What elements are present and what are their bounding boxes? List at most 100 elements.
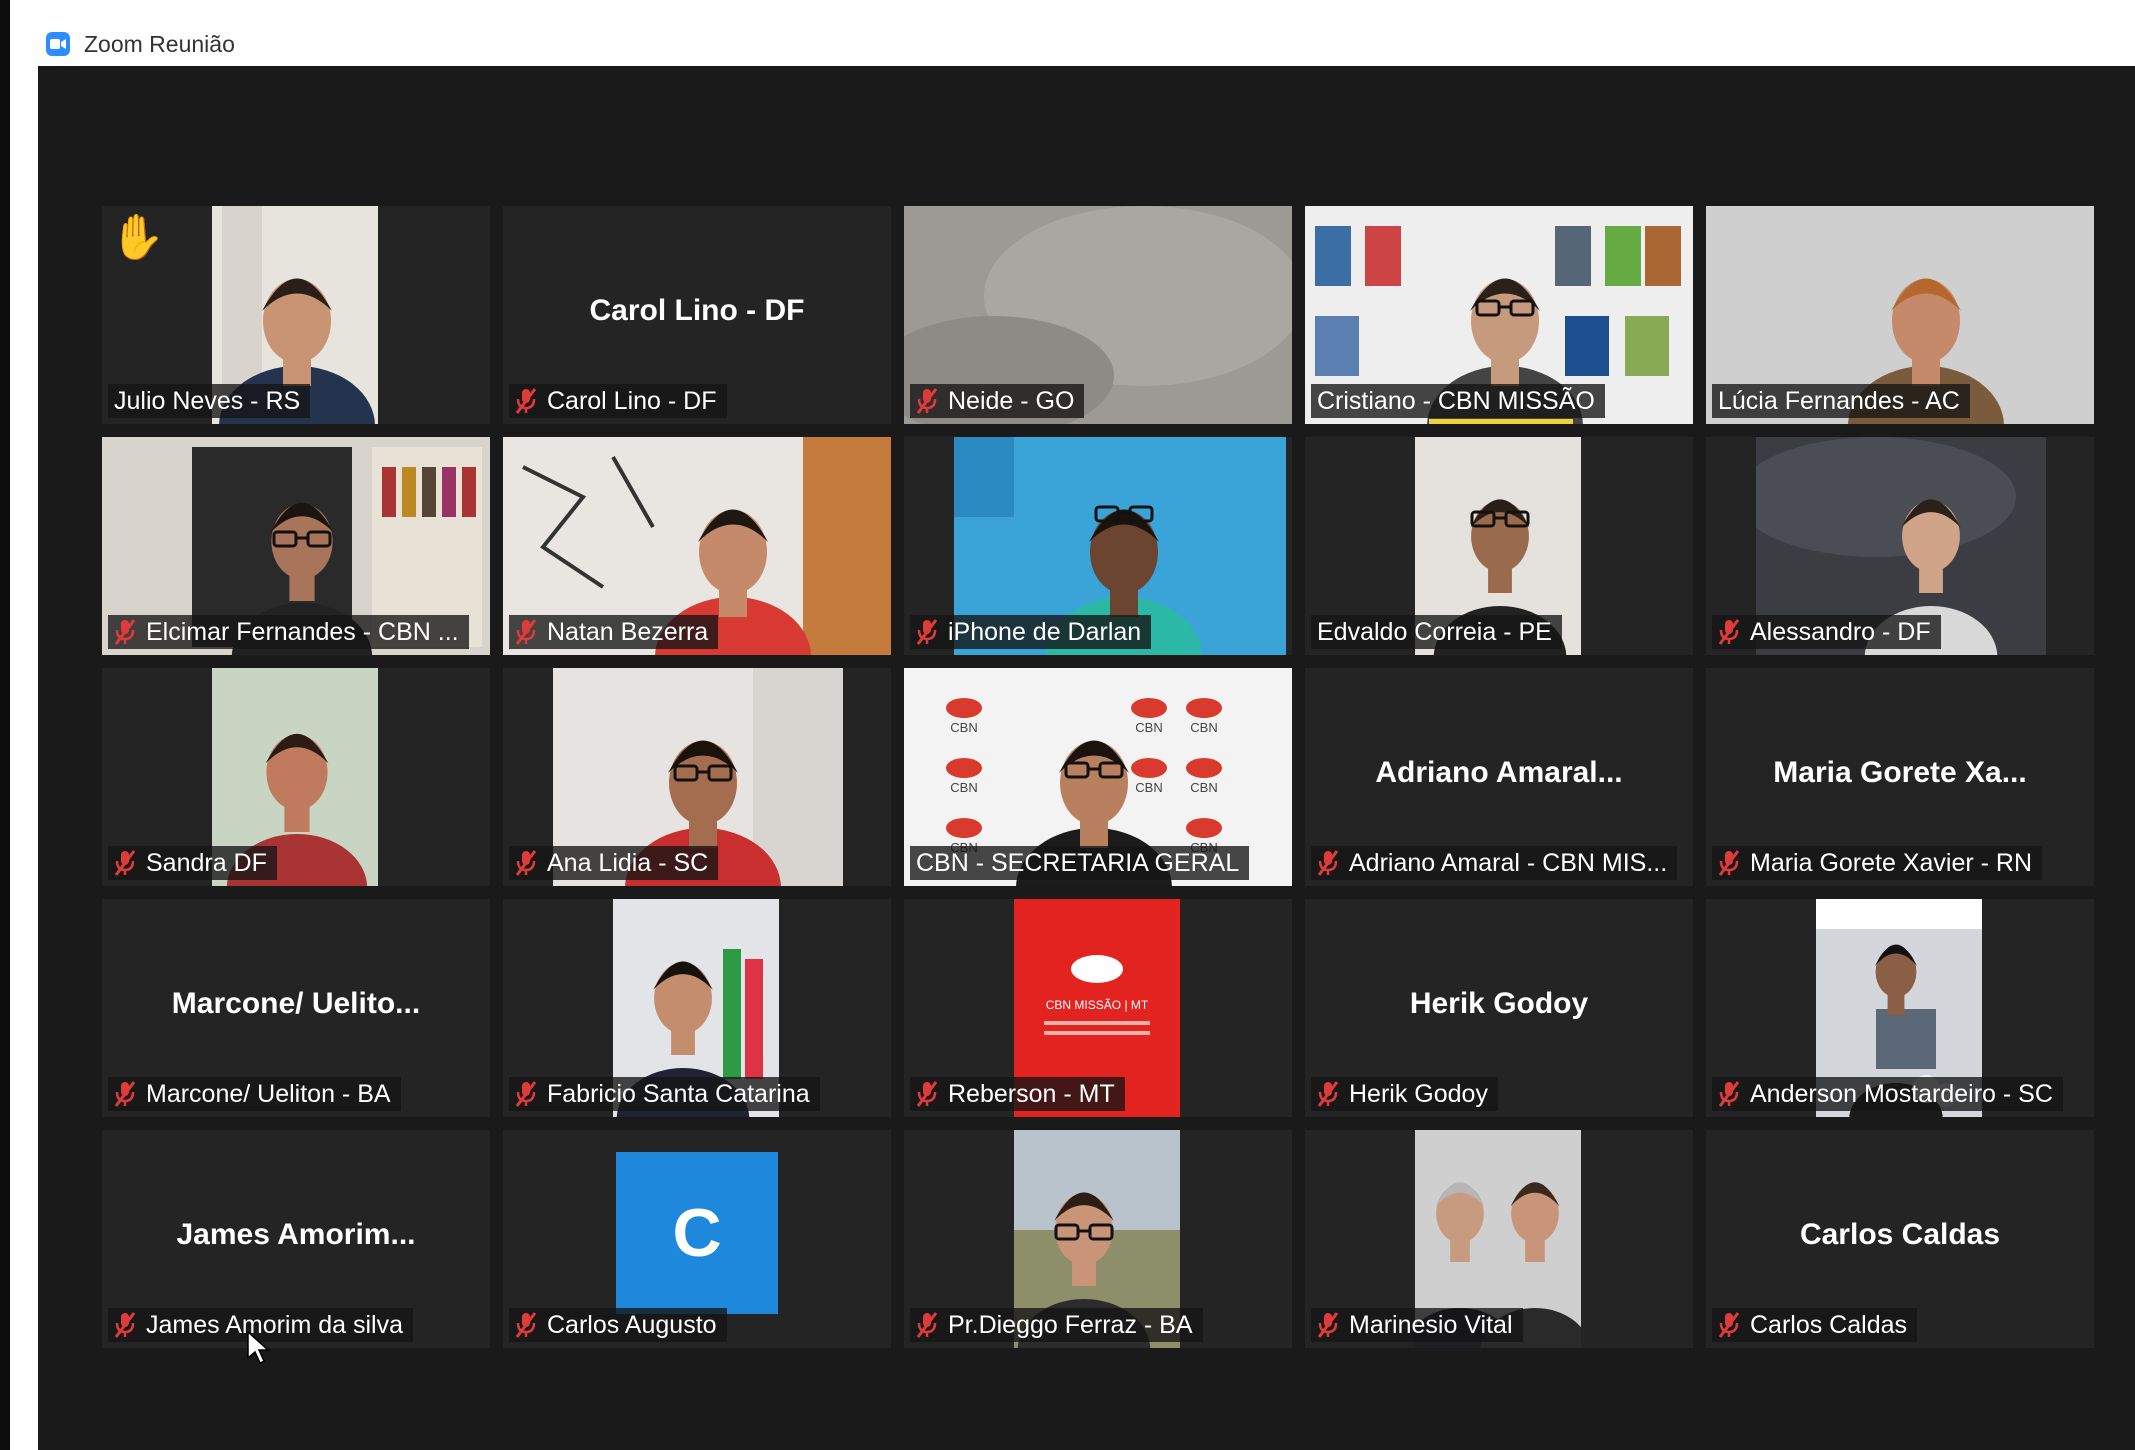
- muted-mic-icon: [114, 1081, 136, 1107]
- svg-text:CBN: CBN: [1135, 780, 1162, 795]
- participant-name-label: Maria Gorete Xavier - RN: [1712, 846, 2043, 880]
- muted-mic-icon: [515, 619, 537, 645]
- participant-tile[interactable]: Anderson Mostardeiro - SC: [1706, 899, 2094, 1117]
- muted-mic-icon: [515, 1081, 537, 1107]
- left-window-edge: [0, 0, 10, 1450]
- participant-tile[interactable]: Herik Godoy Herik Godoy: [1305, 899, 1693, 1117]
- window-titlebar[interactable]: Zoom Reunião: [38, 22, 2135, 66]
- participant-tile[interactable]: Fabricio Santa Catarina: [503, 899, 891, 1117]
- participant-tile[interactable]: Ana Lidia - SC: [503, 668, 891, 886]
- window-title: Zoom Reunião: [84, 30, 235, 57]
- participant-display-name: Carlos Caldas: [1799, 1218, 2001, 1251]
- participant-tile[interactable]: Sandra DF: [102, 668, 490, 886]
- participant-name-label: Pr.Dieggo Ferraz - BA: [910, 1308, 1203, 1342]
- participant-name: Herik Godoy: [1349, 1079, 1488, 1108]
- participant-tile[interactable]: Adriano Amaral... Adriano Amaral - CBN MI…: [1305, 668, 1693, 886]
- participant-name: Carlos Augusto: [547, 1310, 717, 1339]
- participant-name: James Amorim da silva: [146, 1310, 404, 1339]
- participant-display-name: Adriano Amaral...: [1375, 756, 1623, 789]
- participant-name: Natan Bezerra: [547, 617, 709, 646]
- participant-tile[interactable]: Cristiano - CBN MISSÃO: [1305, 206, 1693, 424]
- muted-mic-icon: [1718, 850, 1740, 876]
- participant-name-label: Carlos Caldas: [1712, 1308, 1918, 1342]
- muted-mic-icon: [515, 850, 537, 876]
- participant-name: Carlos Caldas: [1750, 1310, 1908, 1339]
- participant-name: Pr.Dieggo Ferraz - BA: [948, 1310, 1193, 1339]
- participant-tile[interactable]: Carlos Caldas Carlos Caldas: [1706, 1130, 2094, 1348]
- participant-name: iPhone de Darlan: [948, 617, 1142, 646]
- participant-tile[interactable]: Marcone/ Uelito... Marcone/ Ueliton - BA: [102, 899, 490, 1117]
- participant-name-label: Julio Neves - RS: [108, 384, 311, 418]
- speaking-indicator: [1429, 419, 1573, 424]
- participant-tile[interactable]: ✋ Julio Neves - RS: [102, 206, 490, 424]
- participant-tile[interactable]: Maria Gorete Xa... Maria Gorete Xavier - …: [1706, 668, 2094, 886]
- participant-name-label: Carol Lino - DF: [509, 384, 727, 418]
- participant-name: Fabricio Santa Catarina: [547, 1079, 810, 1108]
- muted-mic-icon: [515, 388, 537, 414]
- participant-name-label: Edvaldo Correia - PE: [1311, 615, 1562, 649]
- zoom-camera-icon: [46, 32, 70, 56]
- raised-hand-icon: ✋: [110, 213, 165, 262]
- participant-name-label: Reberson - MT: [910, 1077, 1125, 1111]
- participant-name: Maria Gorete Xavier - RN: [1750, 848, 2033, 877]
- participant-tile[interactable]: Natan Bezerra: [503, 437, 891, 655]
- participant-name-label: Elcimar Fernandes - CBN ...: [108, 615, 469, 649]
- muted-mic-icon: [1718, 1081, 1740, 1107]
- participant-name: Carol Lino - DF: [547, 386, 717, 415]
- participant-name-label: Anderson Mostardeiro - SC: [1712, 1077, 2063, 1111]
- participant-tile[interactable]: James Amorim... James Amorim da silva: [102, 1130, 490, 1348]
- participant-tile[interactable]: Neide - GO: [904, 206, 1292, 424]
- participant-tile[interactable]: Edvaldo Correia - PE: [1305, 437, 1693, 655]
- participant-display-name: Marcone/ Uelito...: [171, 987, 421, 1020]
- mouse-cursor-icon: [247, 1330, 270, 1365]
- participant-name: Sandra DF: [146, 848, 267, 877]
- participant-tile[interactable]: Alessandro - DF: [1706, 437, 2094, 655]
- participant-name: Lúcia Fernandes - AC: [1718, 386, 1960, 415]
- muted-mic-icon: [515, 1312, 537, 1338]
- participant-display-name: Carol Lino - DF: [589, 294, 805, 327]
- participant-name: Ana Lidia - SC: [547, 848, 709, 877]
- muted-mic-icon: [114, 619, 136, 645]
- participant-name-label: Herik Godoy: [1311, 1077, 1498, 1111]
- participant-name-label: Fabricio Santa Catarina: [509, 1077, 820, 1111]
- participant-name-label: Alessandro - DF: [1712, 615, 1941, 649]
- participant-tile[interactable]: iPhone de Darlan: [904, 437, 1292, 655]
- participant-name: Cristiano - CBN MISSÃO: [1317, 386, 1595, 415]
- participant-name-label: Carlos Augusto: [509, 1308, 727, 1342]
- svg-text:CBN: CBN: [1190, 720, 1217, 735]
- participant-tile[interactable]: Pr.Dieggo Ferraz - BA: [904, 1130, 1292, 1348]
- participant-name-label: CBN - SECRETARIA GERAL: [910, 846, 1250, 880]
- participant-name-label: Lúcia Fernandes - AC: [1712, 384, 1970, 418]
- muted-mic-icon: [916, 388, 938, 414]
- participant-display-name: Herik Godoy: [1409, 987, 1589, 1020]
- participant-name: Anderson Mostardeiro - SC: [1750, 1079, 2053, 1108]
- participant-name-label: Ana Lidia - SC: [509, 846, 719, 880]
- muted-mic-icon: [114, 1312, 136, 1338]
- participant-name: Marcone/ Ueliton - BA: [146, 1079, 391, 1108]
- participant-name: Adriano Amaral - CBN MIS...: [1349, 848, 1668, 877]
- participant-name: Reberson - MT: [948, 1079, 1115, 1108]
- muted-mic-icon: [916, 619, 938, 645]
- participant-tile[interactable]: Carol Lino - DF Carol Lino - DF: [503, 206, 891, 424]
- participant-name-label: Neide - GO: [910, 384, 1085, 418]
- svg-text:CBN MISSÃO | MT: CBN MISSÃO | MT: [1046, 998, 1149, 1012]
- participant-name-label: Natan Bezerra: [509, 615, 719, 649]
- participant-tile[interactable]: Marinesio Vital: [1305, 1130, 1693, 1348]
- muted-mic-icon: [1317, 1081, 1339, 1107]
- muted-mic-icon: [1317, 850, 1339, 876]
- participant-tile[interactable]: C Carlos Augusto: [503, 1130, 891, 1348]
- participant-name: Neide - GO: [948, 386, 1075, 415]
- participant-tile[interactable]: CBN MISSÃO | MT Reberson - MT: [904, 899, 1292, 1117]
- gallery-view: ✋ Julio Neves - RS Carol Lino - DF Carol Li…: [38, 66, 2135, 1450]
- participant-tile[interactable]: Elcimar Fernandes - CBN ...: [102, 437, 490, 655]
- participant-name-label: Cristiano - CBN MISSÃO: [1311, 384, 1605, 418]
- svg-text:CBN: CBN: [950, 780, 977, 795]
- participant-display-name: Maria Gorete Xa...: [1773, 756, 2027, 789]
- profile-avatar: C: [616, 1152, 778, 1314]
- participant-tile[interactable]: Lúcia Fernandes - AC: [1706, 206, 2094, 424]
- participant-name: Marinesio Vital: [1349, 1310, 1513, 1339]
- muted-mic-icon: [1317, 1312, 1339, 1338]
- muted-mic-icon: [114, 850, 136, 876]
- participant-tile[interactable]: CBNCBNCBNCBNCBNCBNCBNCBNCBN - SECRETARIA…: [904, 668, 1292, 886]
- participant-name: Elcimar Fernandes - CBN ...: [146, 617, 459, 646]
